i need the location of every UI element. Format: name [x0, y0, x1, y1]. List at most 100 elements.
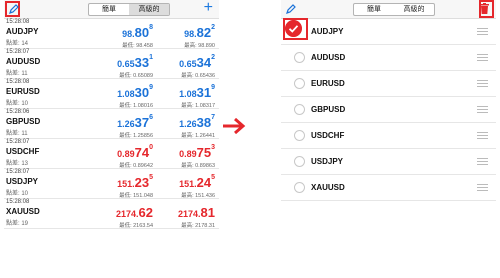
- symbol-edit-row[interactable]: EURUSD: [281, 71, 496, 97]
- symbol-name: XAUUSD: [6, 207, 40, 216]
- ask-prefix: 1.08: [179, 89, 197, 99]
- ask-price: 98.822: [184, 24, 215, 40]
- bid-big-digits: 74: [134, 145, 150, 160]
- bid-low: 最低: 1.25856: [119, 133, 153, 139]
- bid-low: 最低: 0.65089: [119, 73, 153, 79]
- tab-advanced[interactable]: 高級的: [129, 4, 169, 15]
- select-radio[interactable]: [294, 182, 305, 193]
- select-radio[interactable]: [294, 78, 305, 89]
- bid-low: 最低: 98.458: [122, 43, 153, 49]
- bid-point: 6: [149, 114, 153, 121]
- ask-prefix: 151.: [179, 179, 197, 189]
- bid-prefix: 98.: [122, 29, 135, 39]
- symbol-edit-row[interactable]: USDCHF: [281, 123, 496, 149]
- symbol-name: AUDJPY: [6, 27, 39, 36]
- quote-row[interactable]: 15:28:08 AUDJPY 點差: 14 98.808 98.822 最低:…: [4, 19, 219, 49]
- ask-point: 7: [211, 114, 215, 121]
- drag-handle-icon[interactable]: [477, 158, 488, 165]
- symbol-name: GBPUSD: [6, 117, 41, 126]
- bid-prefix: 151.: [117, 179, 135, 189]
- ask-price: 2174.81: [178, 205, 215, 220]
- bid-prefix: 0.89: [117, 149, 135, 159]
- symbol-name: EURUSD: [311, 79, 345, 88]
- quote-row[interactable]: 15:28:08 XAUUSD 點差: 19 2174.62 2174.81 最…: [4, 199, 219, 229]
- symbol-name: AUDUSD: [311, 53, 346, 62]
- symbol-edit-row[interactable]: AUDUSD: [281, 45, 496, 71]
- tab-simple[interactable]: 簡單: [354, 4, 394, 15]
- symbol-name: AUDJPY: [311, 27, 344, 36]
- ask-big-digits: 81: [200, 205, 215, 220]
- bid-big-digits: 62: [138, 205, 153, 220]
- ask-high: 最高: 1.26441: [181, 133, 215, 139]
- quote-time: 15:28:08: [6, 79, 30, 85]
- symbol-edit-row[interactable]: GBPUSD: [281, 97, 496, 123]
- pencil-icon[interactable]: [8, 3, 20, 15]
- select-radio[interactable]: [294, 104, 305, 115]
- drag-handle-icon[interactable]: [477, 28, 488, 35]
- bid-big-digits: 33: [134, 55, 150, 70]
- bid-price: 2174.62: [116, 205, 153, 220]
- drag-handle-icon[interactable]: [477, 106, 488, 113]
- quote-row[interactable]: 15:28:08 EURUSD 點差: 10 1.08309 1.08319 最…: [4, 79, 219, 109]
- drag-handle-icon[interactable]: [477, 132, 488, 139]
- bid-prefix: 1.08: [117, 89, 135, 99]
- spread-label: 點差: 10: [6, 101, 29, 107]
- symbol-edit-row[interactable]: USDJPY: [281, 149, 496, 175]
- symbol-edit-row[interactable]: XAUUSD: [281, 175, 496, 201]
- symbol-name: EURUSD: [6, 87, 40, 96]
- select-radio[interactable]: [294, 52, 305, 63]
- drag-handle-icon[interactable]: [477, 80, 488, 87]
- ask-high: 最高: 0.65436: [181, 73, 215, 79]
- checkmark-icon[interactable]: [285, 20, 302, 37]
- pencil-icon[interactable]: [285, 3, 297, 15]
- top-bar: 簡單 高級的 +: [4, 0, 219, 19]
- ask-high: 最高: 98.890: [184, 43, 215, 49]
- bid-low: 最低: 151.048: [119, 193, 153, 199]
- arrow-right-icon: [223, 118, 246, 134]
- quote-row[interactable]: 15:28:07 AUDUSD 點差: 11 0.65331 0.65342 最…: [4, 49, 219, 79]
- quote-row[interactable]: 15:28:07 USDCHF 點差: 13 0.89740 0.89753 最…: [4, 139, 219, 169]
- bid-price: 151.235: [117, 174, 153, 190]
- quote-time: 15:28:08: [6, 199, 30, 205]
- ask-prefix: 98.: [184, 29, 197, 39]
- plus-icon[interactable]: +: [204, 0, 213, 17]
- quote-row[interactable]: 15:28:06 GBPUSD 點差: 11 1.26376 1.26387 最…: [4, 109, 219, 139]
- ask-big-digits: 82: [196, 25, 212, 40]
- bid-big-digits: 37: [134, 115, 150, 130]
- bid-point: 8: [149, 24, 153, 31]
- drag-handle-icon[interactable]: [477, 184, 488, 191]
- tab-advanced[interactable]: 高級的: [394, 4, 434, 15]
- bid-low: 最低: 2163.54: [119, 223, 153, 229]
- tab-simple[interactable]: 簡單: [89, 4, 129, 15]
- ask-big-digits: 24: [196, 175, 212, 190]
- ask-point: 2: [211, 24, 215, 31]
- trash-icon[interactable]: [480, 3, 489, 14]
- bid-prefix: 2174.: [116, 209, 139, 219]
- symbol-name: XAUUSD: [311, 183, 345, 192]
- bid-big-digits: 23: [134, 175, 150, 190]
- edit-symbols-screen: 簡單 高級的 AUDJPY AUDUSD EURUSD GBPUSD USDCH…: [281, 0, 496, 262]
- ask-point: 5: [211, 174, 215, 181]
- ask-price: 0.65342: [179, 54, 215, 70]
- quote-time: 15:28:07: [6, 49, 30, 55]
- ask-price: 1.26387: [179, 114, 215, 130]
- quote-time: 15:28:08: [6, 19, 30, 25]
- mode-segmented-control: 簡單 高級的: [88, 3, 170, 16]
- ask-big-digits: 31: [196, 85, 212, 100]
- symbol-name: AUDUSD: [6, 57, 41, 66]
- quote-row[interactable]: 15:28:07 USDJPY 點差: 10 151.235 151.245 最…: [4, 169, 219, 199]
- ask-big-digits: 34: [196, 55, 212, 70]
- bid-big-digits: 80: [134, 25, 150, 40]
- select-radio[interactable]: [294, 156, 305, 167]
- mode-segmented-control: 簡單 高級的: [353, 3, 435, 16]
- select-radio[interactable]: [294, 130, 305, 141]
- bid-point: 5: [149, 174, 153, 181]
- symbol-name: USDCHF: [6, 147, 40, 156]
- bid-point: 9: [149, 84, 153, 91]
- ask-point: 3: [211, 144, 215, 151]
- symbol-edit-row[interactable]: AUDJPY: [281, 18, 496, 45]
- spread-label: 點差: 11: [6, 131, 28, 137]
- drag-handle-icon[interactable]: [477, 54, 488, 61]
- ask-price: 1.08319: [179, 84, 215, 100]
- ask-big-digits: 75: [196, 145, 212, 160]
